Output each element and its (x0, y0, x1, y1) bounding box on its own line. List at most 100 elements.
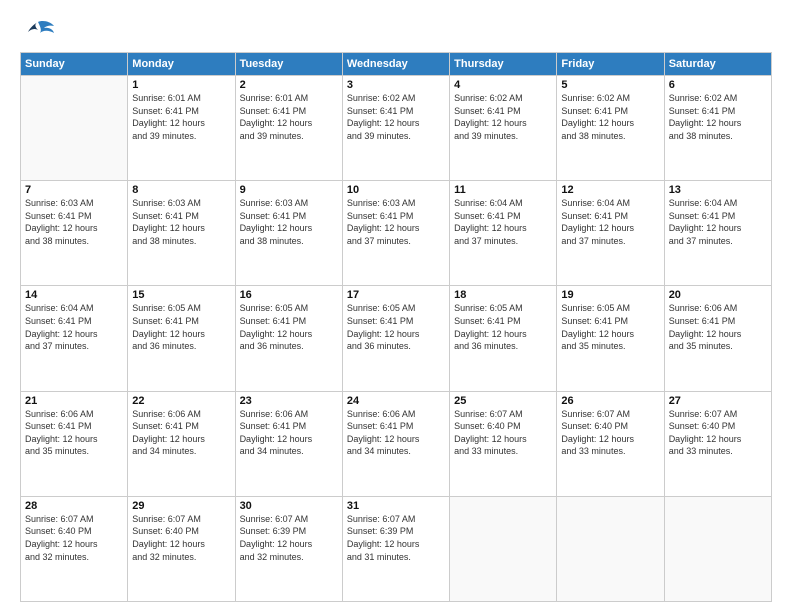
calendar-week-1: 1Sunrise: 6:01 AM Sunset: 6:41 PM Daylig… (21, 76, 772, 181)
day-info: Sunrise: 6:07 AM Sunset: 6:40 PM Dayligh… (669, 408, 767, 458)
day-info: Sunrise: 6:02 AM Sunset: 6:41 PM Dayligh… (454, 92, 552, 142)
logo (20, 18, 60, 46)
calendar-cell: 28Sunrise: 6:07 AM Sunset: 6:40 PM Dayli… (21, 496, 128, 601)
calendar-cell: 31Sunrise: 6:07 AM Sunset: 6:39 PM Dayli… (342, 496, 449, 601)
calendar-cell: 7Sunrise: 6:03 AM Sunset: 6:41 PM Daylig… (21, 181, 128, 286)
day-number: 20 (669, 289, 767, 301)
calendar-cell: 25Sunrise: 6:07 AM Sunset: 6:40 PM Dayli… (450, 391, 557, 496)
day-info: Sunrise: 6:01 AM Sunset: 6:41 PM Dayligh… (240, 92, 338, 142)
calendar-week-4: 21 Sunrise: 6:06 AM Sunset: 6:41 PM Dayli… (21, 391, 772, 496)
day-info: Sunrise: 6:06 AM Sunset: 6:41 PM Dayligh… (669, 302, 767, 352)
day-info: Sunrise: 6:07 AM Sunset: 6:39 PM Dayligh… (347, 513, 445, 563)
day-number: 12 (561, 184, 659, 196)
calendar-cell: 4Sunrise: 6:02 AM Sunset: 6:41 PM Daylig… (450, 76, 557, 181)
calendar-week-5: 28Sunrise: 6:07 AM Sunset: 6:40 PM Dayli… (21, 496, 772, 601)
calendar-header-sunday: Sunday (21, 53, 128, 76)
day-info: Sunrise: 6:06 AM Sunset: 6:41 PM Dayligh… (240, 408, 338, 458)
calendar-cell: 29Sunrise: 6:07 AM Sunset: 6:40 PM Dayli… (128, 496, 235, 601)
day-number: 21 (25, 395, 123, 407)
calendar-header-saturday: Saturday (664, 53, 771, 76)
day-info: Sunrise: 6:07 AM Sunset: 6:40 PM Dayligh… (454, 408, 552, 458)
day-info: Sunrise: 6:06 AM Sunset: 6:41 PM Dayligh… (132, 408, 230, 458)
calendar-cell: 19Sunrise: 6:05 AM Sunset: 6:41 PM Dayli… (557, 286, 664, 391)
header (20, 18, 772, 46)
day-number: 14 (25, 289, 123, 301)
calendar-cell: 16Sunrise: 6:05 AM Sunset: 6:41 PM Dayli… (235, 286, 342, 391)
day-info: Sunrise: 6:02 AM Sunset: 6:41 PM Dayligh… (347, 92, 445, 142)
day-number: 28 (25, 500, 123, 512)
calendar-cell: 23Sunrise: 6:06 AM Sunset: 6:41 PM Dayli… (235, 391, 342, 496)
day-number: 13 (669, 184, 767, 196)
calendar-cell: 1Sunrise: 6:01 AM Sunset: 6:41 PM Daylig… (128, 76, 235, 181)
calendar-cell: 13Sunrise: 6:04 AM Sunset: 6:41 PM Dayli… (664, 181, 771, 286)
calendar-cell: 24Sunrise: 6:06 AM Sunset: 6:41 PM Dayli… (342, 391, 449, 496)
day-info: Sunrise: 6:05 AM Sunset: 6:41 PM Dayligh… (240, 302, 338, 352)
day-number: 16 (240, 289, 338, 301)
calendar-cell: 2Sunrise: 6:01 AM Sunset: 6:41 PM Daylig… (235, 76, 342, 181)
day-info: Sunrise: 6:05 AM Sunset: 6:41 PM Dayligh… (454, 302, 552, 352)
logo-icon (20, 18, 56, 46)
calendar-header-row: SundayMondayTuesdayWednesdayThursdayFrid… (21, 53, 772, 76)
calendar-header-monday: Monday (128, 53, 235, 76)
calendar-cell: 8Sunrise: 6:03 AM Sunset: 6:41 PM Daylig… (128, 181, 235, 286)
calendar-cell: 12Sunrise: 6:04 AM Sunset: 6:41 PM Dayli… (557, 181, 664, 286)
day-number: 9 (240, 184, 338, 196)
day-number: 24 (347, 395, 445, 407)
day-info: Sunrise: 6:02 AM Sunset: 6:41 PM Dayligh… (561, 92, 659, 142)
calendar-cell (557, 496, 664, 601)
day-info: Sunrise: 6:03 AM Sunset: 6:41 PM Dayligh… (347, 197, 445, 247)
day-number: 30 (240, 500, 338, 512)
calendar-cell: 17Sunrise: 6:05 AM Sunset: 6:41 PM Dayli… (342, 286, 449, 391)
day-info: Sunrise: 6:04 AM Sunset: 6:41 PM Dayligh… (669, 197, 767, 247)
calendar-week-3: 14Sunrise: 6:04 AM Sunset: 6:41 PM Dayli… (21, 286, 772, 391)
day-info: Sunrise: 6:07 AM Sunset: 6:39 PM Dayligh… (240, 513, 338, 563)
calendar-cell (450, 496, 557, 601)
day-number: 27 (669, 395, 767, 407)
day-info: Sunrise: 6:07 AM Sunset: 6:40 PM Dayligh… (25, 513, 123, 563)
calendar-header-friday: Friday (557, 53, 664, 76)
day-number: 26 (561, 395, 659, 407)
day-info: Sunrise: 6:03 AM Sunset: 6:41 PM Dayligh… (240, 197, 338, 247)
calendar-cell: 18Sunrise: 6:05 AM Sunset: 6:41 PM Dayli… (450, 286, 557, 391)
day-info: Sunrise: 6:02 AM Sunset: 6:41 PM Dayligh… (669, 92, 767, 142)
calendar-cell: 6Sunrise: 6:02 AM Sunset: 6:41 PM Daylig… (664, 76, 771, 181)
day-info: Sunrise: 6:06 AM Sunset: 6:41 PM Dayligh… (347, 408, 445, 458)
day-number: 10 (347, 184, 445, 196)
day-number: 31 (347, 500, 445, 512)
calendar-cell: 3Sunrise: 6:02 AM Sunset: 6:41 PM Daylig… (342, 76, 449, 181)
day-number: 2 (240, 79, 338, 91)
day-info: Sunrise: 6:04 AM Sunset: 6:41 PM Dayligh… (25, 302, 123, 352)
day-number: 15 (132, 289, 230, 301)
calendar-header-tuesday: Tuesday (235, 53, 342, 76)
day-info: Sunrise: 6:07 AM Sunset: 6:40 PM Dayligh… (132, 513, 230, 563)
day-info: Sunrise: 6:07 AM Sunset: 6:40 PM Dayligh… (561, 408, 659, 458)
calendar-cell: 11Sunrise: 6:04 AM Sunset: 6:41 PM Dayli… (450, 181, 557, 286)
day-info: Sunrise: 6:05 AM Sunset: 6:41 PM Dayligh… (347, 302, 445, 352)
calendar-cell: 9Sunrise: 6:03 AM Sunset: 6:41 PM Daylig… (235, 181, 342, 286)
day-number: 22 (132, 395, 230, 407)
day-number: 6 (669, 79, 767, 91)
day-info: Sunrise: 6:04 AM Sunset: 6:41 PM Dayligh… (454, 197, 552, 247)
day-number: 18 (454, 289, 552, 301)
day-number: 5 (561, 79, 659, 91)
calendar-cell (664, 496, 771, 601)
day-number: 7 (25, 184, 123, 196)
calendar-cell: 10Sunrise: 6:03 AM Sunset: 6:41 PM Dayli… (342, 181, 449, 286)
day-number: 3 (347, 79, 445, 91)
day-number: 19 (561, 289, 659, 301)
calendar-header-thursday: Thursday (450, 53, 557, 76)
calendar-cell (21, 76, 128, 181)
day-number: 17 (347, 289, 445, 301)
calendar-cell: 15Sunrise: 6:05 AM Sunset: 6:41 PM Dayli… (128, 286, 235, 391)
day-number: 4 (454, 79, 552, 91)
day-number: 8 (132, 184, 230, 196)
day-info: Sunrise: 6:03 AM Sunset: 6:41 PM Dayligh… (25, 197, 123, 247)
day-info: Sunrise: 6:01 AM Sunset: 6:41 PM Dayligh… (132, 92, 230, 142)
calendar-cell: 20Sunrise: 6:06 AM Sunset: 6:41 PM Dayli… (664, 286, 771, 391)
calendar-cell: 26Sunrise: 6:07 AM Sunset: 6:40 PM Dayli… (557, 391, 664, 496)
calendar-cell: 27Sunrise: 6:07 AM Sunset: 6:40 PM Dayli… (664, 391, 771, 496)
day-number: 1 (132, 79, 230, 91)
day-info: Sunrise: 6:05 AM Sunset: 6:41 PM Dayligh… (561, 302, 659, 352)
calendar-cell: 14Sunrise: 6:04 AM Sunset: 6:41 PM Dayli… (21, 286, 128, 391)
day-number: 23 (240, 395, 338, 407)
